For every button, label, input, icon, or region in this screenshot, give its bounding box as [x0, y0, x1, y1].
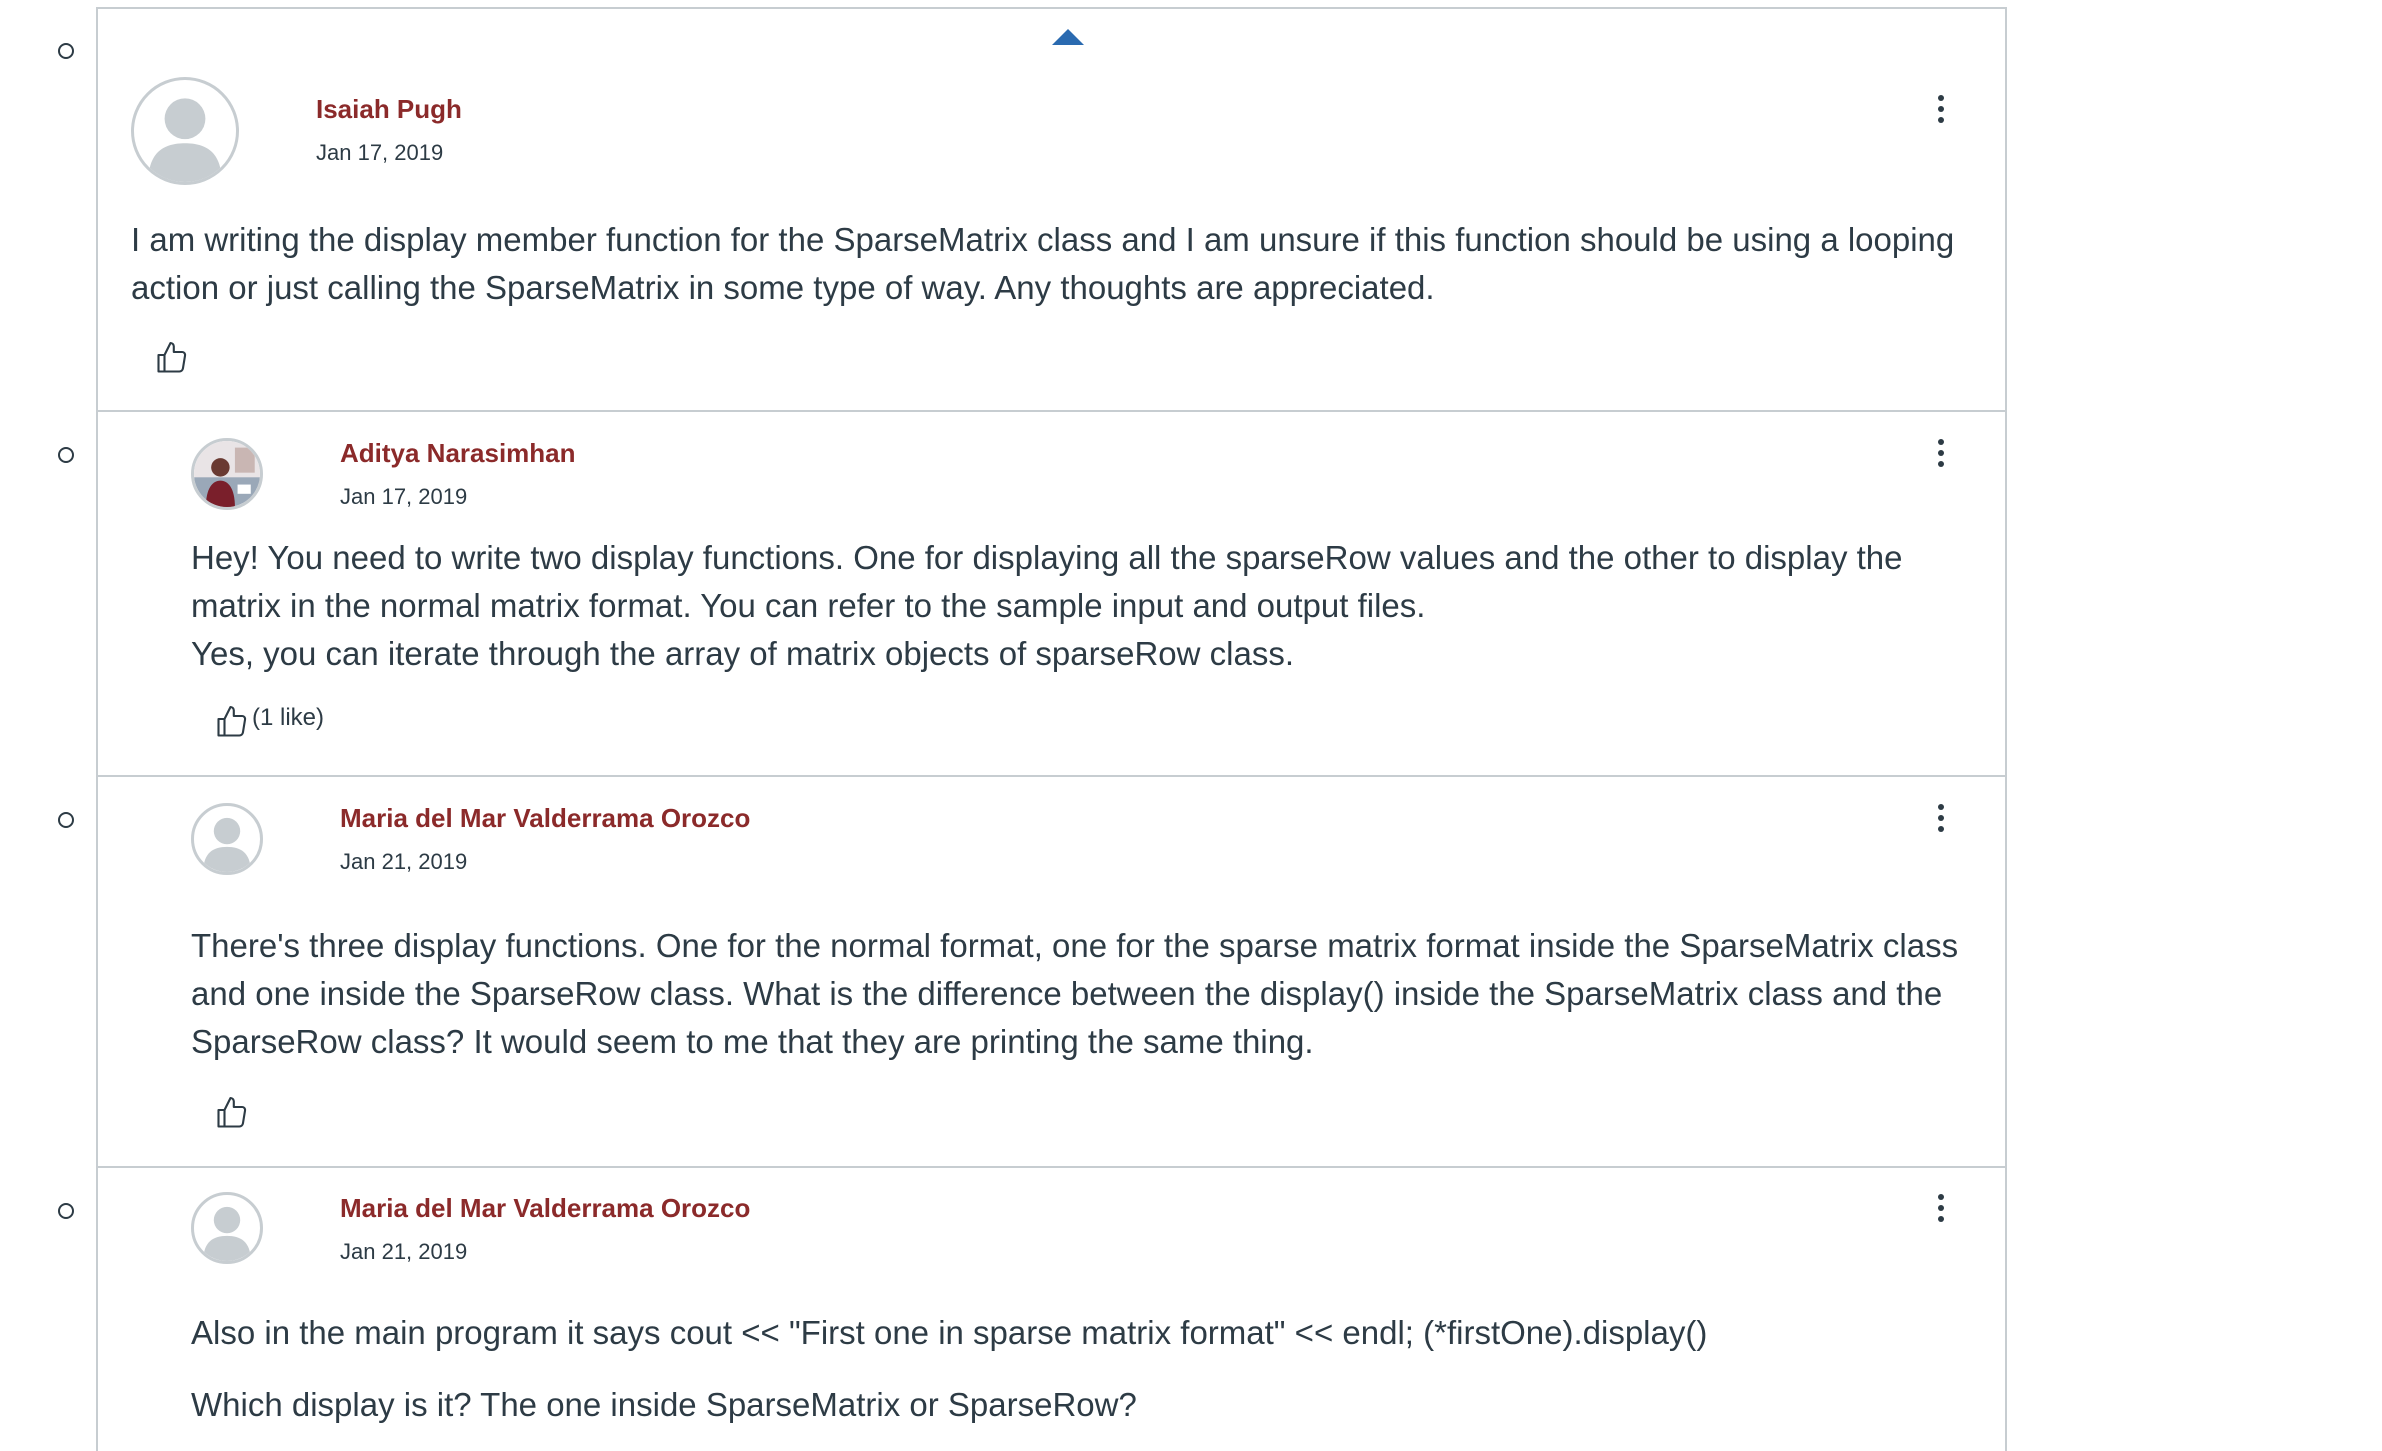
thumbs-up-icon [217, 705, 247, 737]
discussion-page: Isaiah Pugh Jan 17, 2019 I am writing th… [0, 0, 2382, 1451]
discussion-entry: Maria del Mar Valderrama Orozco Jan 21, … [98, 777, 2005, 1168]
message-paragraph: Which display is it? The one inside Spar… [191, 1386, 1137, 1423]
author-name[interactable]: Maria del Mar Valderrama Orozco [340, 803, 750, 834]
post-date: Jan 17, 2019 [340, 484, 468, 509]
message-paragraph: There's three display functions. One for… [191, 927, 1959, 1060]
post-date: Jan 21, 2019 [340, 849, 468, 874]
avatar[interactable] [191, 438, 263, 510]
more-options-icon[interactable] [1935, 1194, 1947, 1230]
more-options-icon[interactable] [1935, 804, 1947, 840]
discussion-entry: Maria del Mar Valderrama Orozco Jan 21, … [98, 1168, 2005, 1451]
author-name[interactable]: Maria del Mar Valderrama Orozco [340, 1193, 750, 1224]
post-date: Jan 21, 2019 [340, 1239, 468, 1264]
discussion-entry: Isaiah Pugh Jan 17, 2019 I am writing th… [98, 9, 2005, 412]
more-options-icon[interactable] [1935, 439, 1947, 475]
like-button[interactable] [154, 340, 192, 376]
like-count: (1 like) [252, 704, 325, 731]
avatar[interactable] [191, 803, 263, 875]
entry-bullet-icon [58, 447, 74, 463]
author-name[interactable]: Isaiah Pugh [316, 94, 462, 125]
post-message: There's three display functions. One for… [191, 922, 1991, 1066]
more-options-icon[interactable] [1935, 95, 1947, 131]
post-message: I am writing the display member function… [131, 216, 1991, 312]
entry-bullet-icon [58, 1203, 74, 1219]
message-paragraph: I am writing the display member function… [131, 221, 1955, 306]
entry-bullet-icon [58, 812, 74, 828]
thumbs-up-icon [217, 1096, 247, 1128]
post-message: Also in the main program it says cout <<… [191, 1309, 1991, 1429]
avatar[interactable] [131, 77, 239, 185]
default-person-avatar-icon [148, 98, 222, 182]
author-name[interactable]: Aditya Narasimhan [340, 438, 576, 469]
post-date: Jan 17, 2019 [316, 140, 444, 165]
entry-bullet-icon [58, 43, 74, 59]
message-paragraph: Also in the main program it says cout <<… [191, 1314, 1708, 1351]
avatar[interactable] [191, 1192, 263, 1264]
post-message: Hey! You need to write two display funct… [191, 534, 1991, 678]
thumbs-up-icon [157, 341, 187, 373]
like-button[interactable] [214, 1095, 252, 1131]
user-photo-avatar-icon [194, 441, 260, 507]
like-button[interactable]: (1 like) [214, 704, 324, 740]
message-paragraph: Hey! You need to write two display funct… [191, 539, 1903, 624]
default-person-avatar-icon [203, 1206, 251, 1261]
discussion-entry: Aditya Narasimhan Jan 17, 2019 Hey! You … [98, 412, 2005, 777]
default-person-avatar-icon [203, 817, 251, 872]
message-paragraph: Yes, you can iterate through the array o… [191, 635, 1294, 672]
